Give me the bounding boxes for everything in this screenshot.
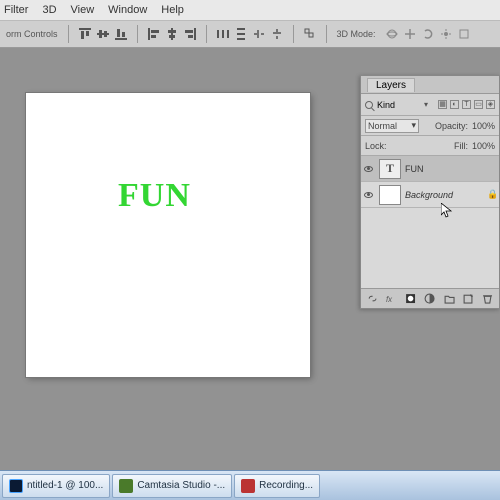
align-top-icon[interactable] [79,28,91,40]
menu-help[interactable]: Help [161,4,184,16]
taskbar-item-camtasia[interactable]: Camtasia Studio -... [112,474,232,498]
link-layers-icon[interactable] [367,293,378,304]
light-icon[interactable] [440,28,452,40]
taskbar-item-photoshop[interactable]: ntitled-1 @ 100... [2,474,110,498]
distribute-h-icon[interactable] [217,28,229,40]
layer-filter-row: Kind ▾ ▦ ◐ T ▭ ◈ [361,94,499,116]
layer-thumb-bg[interactable] [379,185,401,205]
mode-label: 3D Mode: [337,29,376,39]
blend-mode-select[interactable]: Normal▾ [365,119,419,133]
orbit-icon[interactable] [386,28,398,40]
chevron-down-icon[interactable]: ▾ [424,100,434,109]
panel-tabbar: Layers [361,76,499,94]
align-group [79,28,127,40]
pan-icon[interactable] [404,28,416,40]
align-bottom-icon[interactable] [115,28,127,40]
blend-mode-value: Normal [368,121,397,131]
group-icon[interactable] [444,293,455,304]
align-left-icon[interactable] [148,28,160,40]
distribute-group [217,28,283,40]
roll-icon[interactable] [422,28,434,40]
taskbar-label: Recording... [259,480,313,491]
lock-label: Lock: [365,141,387,151]
layer-name[interactable]: Background [405,190,487,200]
visibility-eye-icon[interactable] [364,192,373,198]
distribute-v-icon[interactable] [235,28,247,40]
menu-bar: Filter 3D View Window Help [0,0,500,20]
lock-row: Lock: Fill: 100% [361,136,499,156]
lock-icon: 🔒 [487,189,499,200]
fx-icon[interactable]: fx [386,293,397,304]
taskbar: ntitled-1 @ 100... Camtasia Studio -... … [0,470,500,500]
filter-smart-icon[interactable]: ◈ [486,100,495,109]
panel-footer: fx [361,288,499,308]
layer-name[interactable]: FUN [405,164,487,174]
photoshop-icon [9,479,23,493]
align-right-icon[interactable] [184,28,196,40]
options-label: orm Controls [6,29,58,39]
layers-list: T FUN Background 🔒 [361,156,499,208]
align-group-2 [148,28,196,40]
layers-panel: Layers Kind ▾ ▦ ◐ T ▭ ◈ Normal▾ Opacity:… [360,75,500,309]
camtasia-icon [119,479,133,493]
taskbar-label: Camtasia Studio -... [137,480,225,491]
filter-pixel-icon[interactable]: ▦ [438,100,447,109]
visibility-eye-icon[interactable] [364,166,373,172]
distribute-space-h-icon[interactable] [253,28,265,40]
new-layer-icon[interactable] [463,293,474,304]
opacity-value[interactable]: 100% [472,121,495,131]
filter-adjust-icon[interactable]: ◐ [450,100,459,109]
adjustment-icon[interactable] [424,293,435,304]
menu-filter[interactable]: Filter [4,4,28,16]
menu-window[interactable]: Window [108,4,147,16]
align-hcenter-icon[interactable] [166,28,178,40]
tab-layers[interactable]: Layers [367,78,415,92]
auto-align-icon[interactable] [304,28,316,40]
search-icon [365,101,373,109]
opacity-label: Opacity: [435,121,468,131]
filter-kind-select[interactable]: Kind [377,100,420,110]
options-bar: orm Controls 3D Mode: [0,20,500,48]
mode-icons [386,28,470,40]
distribute-space-v-icon[interactable] [271,28,283,40]
menu-3d[interactable]: 3D [42,4,56,16]
taskbar-label: ntitled-1 @ 100... [27,480,103,491]
mask-icon[interactable] [405,293,416,304]
fill-value[interactable]: 100% [472,141,495,151]
scale-icon[interactable] [458,28,470,40]
recording-icon [241,479,255,493]
trash-icon[interactable] [482,293,493,304]
layer-thumb-text[interactable]: T [379,159,401,179]
layer-row-background[interactable]: Background 🔒 [361,182,499,208]
filter-shape-icon[interactable]: ▭ [474,100,483,109]
blend-row: Normal▾ Opacity: 100% [361,116,499,136]
svg-text:fx: fx [386,295,393,304]
align-vcenter-icon[interactable] [97,28,109,40]
filter-type-icon[interactable]: T [462,100,471,109]
document-canvas[interactable]: FUN [26,93,310,377]
layer-row-text[interactable]: T FUN [361,156,499,182]
canvas-text-layer[interactable]: FUN [118,177,191,215]
taskbar-item-recording[interactable]: Recording... [234,474,320,498]
menu-view[interactable]: View [71,4,95,16]
fill-label: Fill: [454,141,468,151]
